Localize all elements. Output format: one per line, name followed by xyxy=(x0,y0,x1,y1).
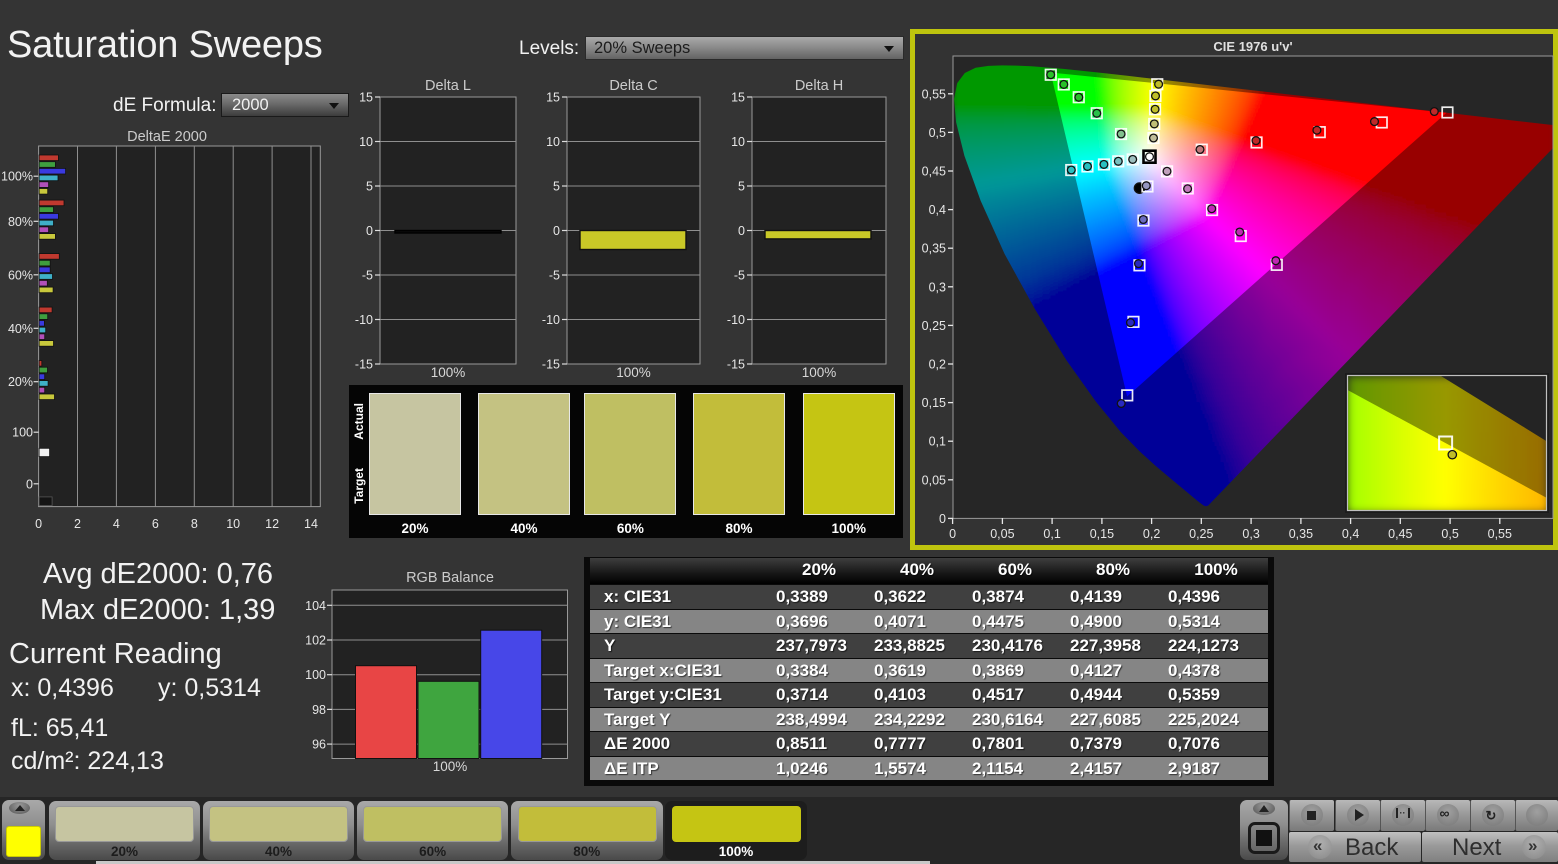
svg-text:0,4: 0,4 xyxy=(929,203,946,217)
svg-text:0,05: 0,05 xyxy=(922,473,946,487)
svg-text:0,5: 0,5 xyxy=(929,126,946,140)
svg-text:0,45: 0,45 xyxy=(1388,527,1412,541)
svg-text:0,25: 0,25 xyxy=(922,319,946,333)
svg-text:0,55: 0,55 xyxy=(1488,527,1512,541)
svg-text:0: 0 xyxy=(939,512,946,526)
svg-text:0,4: 0,4 xyxy=(1342,527,1359,541)
svg-text:0,15: 0,15 xyxy=(1090,527,1114,541)
svg-text:0: 0 xyxy=(949,527,956,541)
svg-text:0,05: 0,05 xyxy=(990,527,1014,541)
svg-text:CIE 1976 u'v': CIE 1976 u'v' xyxy=(1213,39,1292,54)
svg-text:0,2: 0,2 xyxy=(929,358,946,372)
svg-text:0,55: 0,55 xyxy=(922,87,946,101)
svg-text:0,25: 0,25 xyxy=(1189,527,1213,541)
svg-text:0,35: 0,35 xyxy=(1289,527,1313,541)
svg-text:0,5: 0,5 xyxy=(1441,527,1458,541)
svg-text:0,1: 0,1 xyxy=(929,435,946,449)
svg-text:0,3: 0,3 xyxy=(1242,527,1259,541)
svg-text:0,15: 0,15 xyxy=(922,396,946,410)
svg-text:0,2: 0,2 xyxy=(1143,527,1160,541)
svg-text:0,35: 0,35 xyxy=(922,242,946,256)
svg-text:0,45: 0,45 xyxy=(922,165,946,179)
svg-text:0,1: 0,1 xyxy=(1043,527,1060,541)
svg-text:0,3: 0,3 xyxy=(929,280,946,294)
